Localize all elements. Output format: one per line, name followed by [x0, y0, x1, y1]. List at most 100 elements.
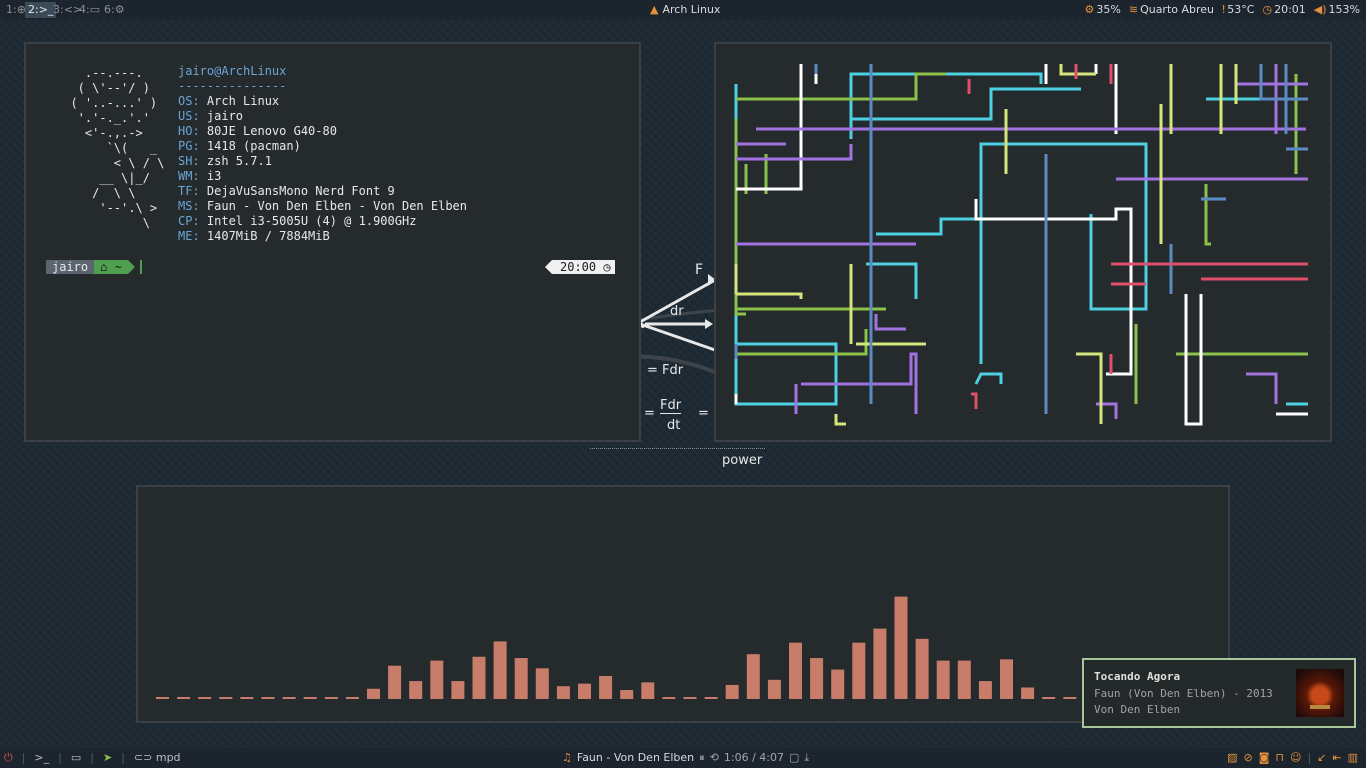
force-label: F [695, 262, 704, 278]
visualizer-bar [578, 683, 591, 699]
power-label: power [722, 453, 763, 468]
pipe-segment [974, 372, 1003, 385]
clock[interactable]: ◷ 20:01 [1262, 2, 1305, 18]
camera-off-icon[interactable]: ⊘ [1243, 750, 1252, 766]
visualizer-bar [303, 697, 317, 699]
pipe-segment [736, 292, 803, 299]
arch-logo-icon: ▲ [650, 3, 659, 16]
window-title: ▲ Arch Linux [650, 3, 721, 16]
notification-track: Von Den Elben [1094, 703, 1181, 716]
pause-icon[interactable]: ⏸ [699, 750, 705, 766]
prompt-directory: ⌂ ~ [94, 260, 135, 274]
workspace-6[interactable]: 6:⚙ [101, 2, 128, 18]
camera-icon[interactable]: ◙ [1259, 750, 1270, 766]
visualizer-bar [936, 660, 950, 699]
pipe-segment [876, 217, 1046, 236]
visualizer-bar [282, 697, 296, 699]
pipe-segment [974, 199, 1133, 376]
audio-visualizer [156, 596, 1119, 699]
visualizer-bar [198, 697, 212, 699]
visualizer-bar [767, 679, 781, 699]
toggle-icon: ⊂⊃ [133, 751, 156, 764]
image-icon[interactable]: ▨ [1227, 750, 1237, 766]
info-row-font: TF: DejaVuSansMono Nerd Font 9 [178, 184, 395, 198]
visualizer-bar [409, 681, 423, 699]
prompt-time: 20:00 ◷ [545, 260, 615, 274]
visualizer-bar [873, 628, 887, 699]
shell-prompt[interactable]: jairo ⌂ ~ [46, 260, 142, 274]
clock-icon: ◷ [603, 260, 611, 274]
info-row-wm: WM: i3 [178, 169, 222, 183]
visualizer-bar [852, 642, 866, 699]
pipe-segment [849, 87, 1081, 121]
info-separator: --------------- [178, 79, 287, 93]
visualizer-bar [388, 665, 402, 699]
trash-icon[interactable]: ▥ [1348, 750, 1358, 766]
settings-icon: ⚙ [114, 3, 125, 16]
track-time: 1:06 / 4:07 [723, 751, 784, 764]
bottom-left-launchers: ⏻ | >_ | ▭ | ➤ | ⊂⊃ mpd [4, 750, 181, 766]
thermometer-icon: ǃ [1222, 3, 1226, 16]
download-icon[interactable]: ⤓ [804, 750, 809, 766]
volume-status[interactable]: ◀) 153% [1314, 2, 1360, 18]
visualizer-bar [514, 658, 528, 699]
cpu-icon: ⚙ [1084, 3, 1095, 16]
wifi-status[interactable]: ≋ Quarto Abreu [1129, 2, 1214, 18]
home-icon: ⌂ [100, 260, 115, 274]
repeat-icon[interactable]: ⟲ [710, 750, 719, 766]
album-cover [1296, 669, 1344, 717]
temperature-status[interactable]: ǃ 53°C [1222, 2, 1254, 18]
pipe-segment [866, 262, 918, 299]
mpd-status[interactable]: ⊂⊃ mpd [134, 750, 181, 766]
visualizer-bar [746, 654, 760, 699]
folder-icon: ▭ [89, 3, 101, 16]
cpu-status[interactable]: ⚙ 35% [1085, 2, 1121, 18]
pipes-window[interactable] [714, 42, 1332, 442]
visualizer-bar [535, 668, 549, 699]
workspace-4[interactable]: 4:▭ [76, 2, 103, 18]
music-player-controls: ♫ Faun - Von Den Elben ⏸ ⟲ 1:06 / 4:07 ▢… [562, 750, 809, 766]
visualizer-bar [493, 641, 507, 699]
system-info: jairo@ArchLinux --------------- OS: Arch… [178, 64, 467, 244]
visualizer-bar [177, 697, 191, 699]
info-row-shell: SH: zsh 5.7.1 [178, 154, 272, 168]
lock-icon[interactable]: ⊓ [1275, 750, 1284, 766]
info-row-host: HO: 80JE Lenovo G40-80 [178, 124, 337, 138]
visualizer-bar [219, 697, 233, 699]
pipe-segment [1059, 64, 1096, 76]
visualizer-bar [831, 669, 845, 699]
volume-icon: ◀) [1313, 3, 1327, 16]
visualizer-bar [367, 688, 380, 699]
fraction-numerator: Fdr [660, 398, 682, 414]
stop-icon[interactable]: ▢ [789, 750, 799, 766]
move-icon[interactable]: ⇤ [1332, 750, 1341, 766]
bottom-right-tray: ▨ ⊘ ◙ ⊓ ☺ | ↙ ⇤ ▥ [1227, 750, 1358, 766]
user-icon[interactable]: ☺ [1290, 750, 1301, 766]
info-row-memory: ME: 1407MiB / 7884MiB [178, 229, 330, 243]
arrow-icon[interactable]: ↙ [1317, 750, 1326, 766]
fraction-denominator: dt [667, 418, 681, 433]
visualizer-bar [1021, 687, 1035, 699]
wifi-icon: ≋ [1128, 3, 1139, 16]
terminal-launcher-icon[interactable]: >_ [34, 750, 49, 766]
send-icon[interactable]: ➤ [103, 750, 112, 766]
visualizer-bar [683, 697, 697, 699]
visualizer-bar [978, 681, 992, 699]
audio-visualizer-window[interactable] [136, 485, 1230, 723]
power-icon[interactable]: ⏻ [4, 750, 13, 766]
clock-icon: ◷ [1262, 3, 1273, 16]
now-playing-notification[interactable]: Tocando Agora Faun (Von Den Elben) - 201… [1082, 658, 1356, 728]
arch-ascii-art: .--.---. ( \'--'/ ) ( '..-...' ) '.'-._.… [70, 66, 165, 230]
info-row-user: US: jairo [178, 109, 244, 123]
current-track[interactable]: Faun - Von Den Elben [577, 750, 694, 766]
visualizer-bar [1000, 659, 1013, 699]
visualizer-bar [1042, 697, 1056, 699]
visualizer-bar [725, 684, 739, 699]
text-cursor [139, 260, 142, 274]
folder-launcher-icon[interactable]: ▭ [71, 750, 81, 766]
status-area: ⚙ 35% ≋ Quarto Abreu ǃ 53°C ◷ 20:01 ◀) 153% [1085, 2, 1360, 18]
terminal-window[interactable]: .--.---. ( \'--'/ ) ( '..-...' ) '.'-._.… [24, 42, 641, 442]
visualizer-bar [345, 697, 359, 699]
pipes-screensaver [734, 64, 1308, 426]
visualizer-bar [451, 681, 465, 699]
